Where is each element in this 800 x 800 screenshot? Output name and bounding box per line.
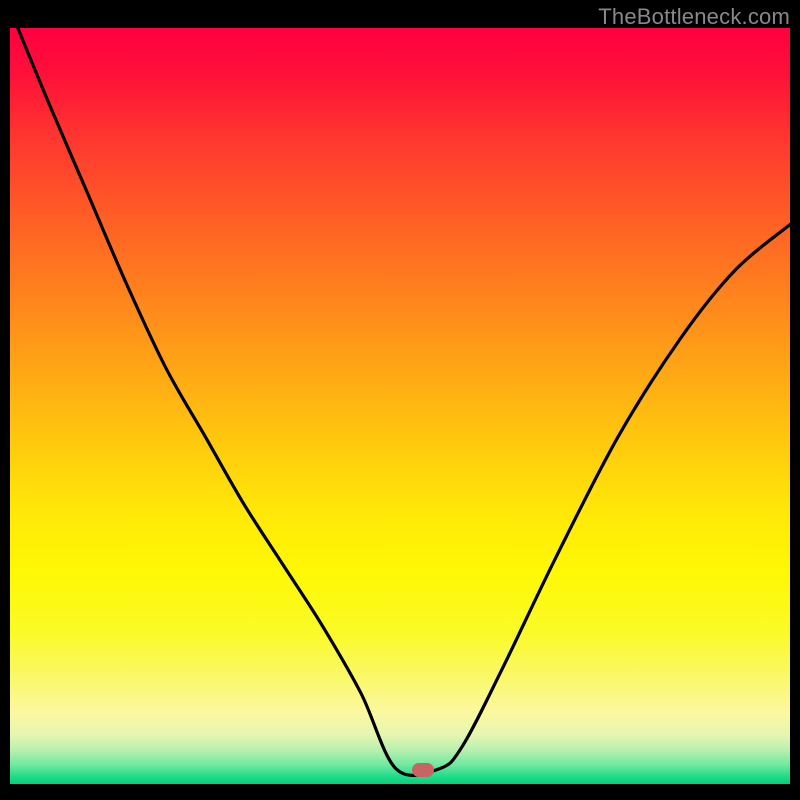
curve-layer: [10, 28, 790, 784]
bottleneck-curve: [18, 28, 790, 775]
chart-frame: TheBottleneck.com: [0, 0, 800, 800]
watermark-text: TheBottleneck.com: [598, 4, 790, 30]
optimal-point-marker: [412, 763, 434, 777]
plot-area: [10, 28, 790, 784]
